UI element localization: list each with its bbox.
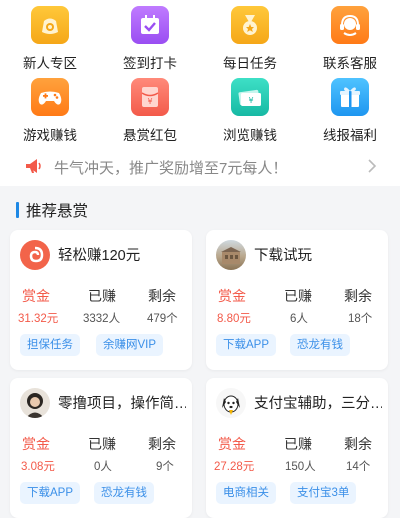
banknote-icon: ¥	[231, 78, 269, 116]
grid-item-reward-envelope[interactable]: ¥ 悬赏红包	[100, 78, 200, 144]
reward-value: 27.28元	[214, 461, 255, 473]
dog-cartoon-avatar	[216, 388, 246, 418]
grid-item-daily-task[interactable]: 每日任务	[200, 6, 300, 72]
card-tag: 支付宝3单	[290, 482, 357, 504]
headset-icon	[331, 6, 369, 44]
task-card[interactable]: 下载试玩 赏金 已赚 剩余 8.80元 6人 18个 下载APP 恐龙有钱	[206, 230, 388, 370]
earned-label: 已赚	[284, 436, 312, 452]
grid-item-checkin[interactable]: 签到打卡	[100, 6, 200, 72]
gamepad-icon	[31, 78, 69, 116]
card-tag: 下载APP	[216, 334, 277, 356]
remaining-label: 剩余	[344, 436, 372, 452]
spiral-logo-avatar	[20, 240, 50, 270]
grid-label: 签到打卡	[123, 56, 177, 71]
grid-label: 新人专区	[23, 56, 77, 71]
earned-label: 已赚	[88, 436, 116, 452]
grid-label: 浏览赚钱	[223, 128, 277, 143]
grid-item-game-earn[interactable]: 游戏赚钱	[0, 78, 100, 144]
grid-item-tips-welfare[interactable]: 线报福利	[300, 78, 400, 144]
grid-label: 联系客服	[323, 56, 377, 71]
earned-value: 150人	[285, 461, 316, 473]
section-accent-bar	[16, 202, 19, 218]
reward-value: 8.80元	[217, 313, 251, 325]
earned-label: 已赚	[88, 288, 116, 304]
task-card[interactable]: 轻松赚120元 赏金 已赚 剩余 31.32元 3332人 479个 担保任务 …	[10, 230, 192, 370]
task-card[interactable]: 零撸项目，操作简… 赏金 已赚 剩余 3.08元 0人 9个 下载APP 恐龙有…	[10, 378, 192, 518]
grid-item-newbie[interactable]: 新人专区	[0, 6, 100, 72]
reward-label: 赏金	[22, 288, 50, 304]
card-tag: 下载APP	[20, 482, 81, 504]
reward-value: 3.08元	[21, 461, 55, 473]
grid-label: 悬赏红包	[123, 128, 177, 143]
section-header: 推荐悬赏	[0, 196, 400, 224]
section-title: 推荐悬赏	[26, 203, 89, 220]
gift-icon	[331, 78, 369, 116]
earned-value: 3332人	[83, 313, 121, 325]
card-tag: 余赚网VIP	[96, 334, 164, 356]
red-envelope-icon: ¥	[131, 78, 169, 116]
remaining-value: 479个	[147, 313, 178, 325]
grid-label: 线报福利	[323, 128, 377, 143]
reward-label: 赏金	[218, 288, 246, 304]
card-title: 下载试玩	[254, 248, 312, 264]
card-tag: 恐龙有钱	[290, 334, 350, 356]
card-title: 轻松赚120元	[58, 248, 141, 264]
reward-value: 31.32元	[18, 313, 59, 325]
svg-text:¥: ¥	[248, 96, 253, 105]
notice-text: 牛气冲天，推广奖励增至7元每人！	[54, 160, 288, 177]
card-tag: 电商相关	[216, 482, 276, 504]
card-tag: 恐龙有钱	[94, 482, 154, 504]
calendar-check-icon	[131, 6, 169, 44]
remaining-label: 剩余	[344, 288, 372, 304]
earned-label: 已赚	[284, 288, 312, 304]
earned-value: 6人	[290, 313, 308, 325]
reward-label: 赏金	[218, 436, 246, 452]
chevron-right-icon[interactable]	[366, 158, 378, 174]
notice-bar[interactable]: 牛气冲天，推广奖励增至7元每人！	[0, 146, 400, 186]
reward-label: 赏金	[22, 436, 50, 452]
remaining-value: 9个	[156, 461, 174, 473]
remaining-label: 剩余	[148, 288, 176, 304]
svg-text:¥: ¥	[147, 97, 152, 106]
medal-icon	[231, 6, 269, 44]
remaining-label: 剩余	[148, 436, 176, 452]
remaining-value: 14个	[346, 461, 371, 473]
grid-item-customer-service[interactable]: 联系客服	[300, 6, 400, 72]
task-card[interactable]: 支付宝辅助，三分… 赏金 已赚 剩余 27.28元 150人 14个 电商相关 …	[206, 378, 388, 518]
card-title: 支付宝辅助，三分…	[254, 396, 382, 412]
remaining-value: 18个	[348, 313, 373, 325]
coin-pouch-icon	[31, 6, 69, 44]
portrait-photo-avatar	[20, 388, 50, 418]
feature-grid: 新人专区 签到打卡 每日任务 联系客服 游戏赚钱 ¥ 悬赏红包 ¥ 浏览赚钱 线…	[0, 6, 400, 144]
building-photo-avatar	[216, 240, 246, 270]
card-tag: 担保任务	[20, 334, 80, 356]
grid-label: 游戏赚钱	[23, 128, 77, 143]
megaphone-icon	[24, 156, 44, 176]
card-title: 零撸项目，操作简…	[58, 396, 186, 412]
grid-item-browse-earn[interactable]: ¥ 浏览赚钱	[200, 78, 300, 144]
grid-label: 每日任务	[223, 56, 277, 71]
earned-value: 0人	[94, 461, 112, 473]
